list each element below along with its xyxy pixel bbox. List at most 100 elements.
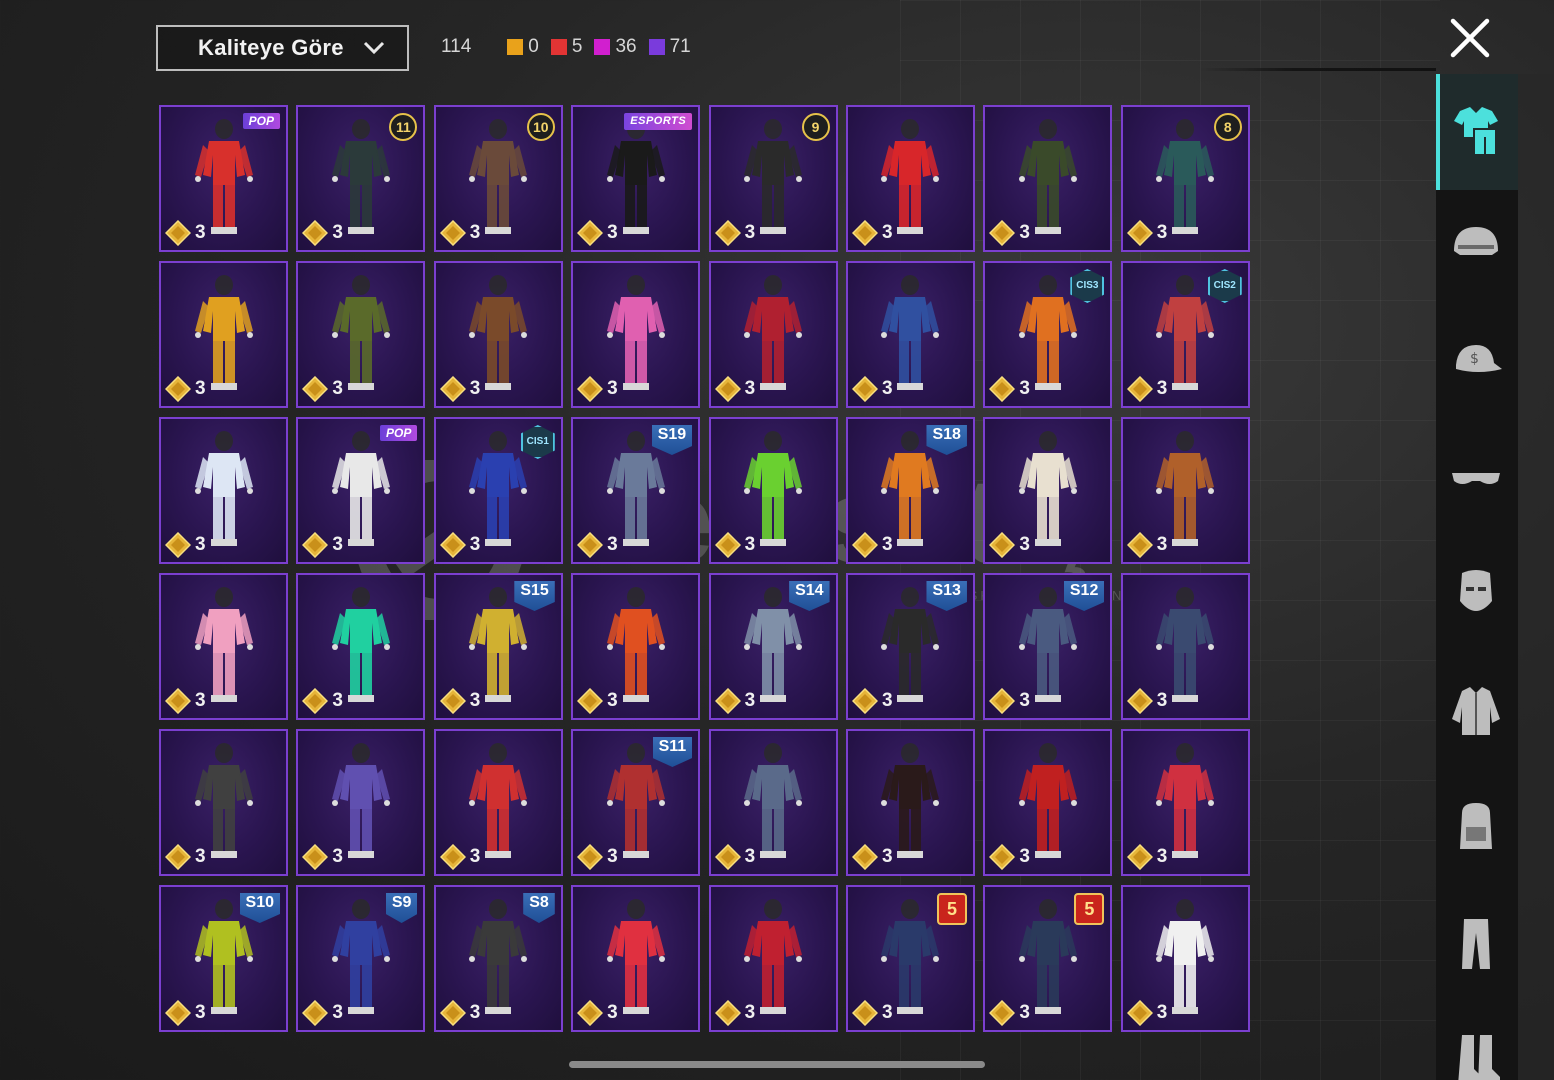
sidebar-item-glasses[interactable] <box>1436 422 1518 538</box>
sidebar-item-helmet[interactable] <box>1436 190 1518 306</box>
outfit-preview-icon <box>194 275 253 390</box>
inventory-item-card[interactable]: 3 <box>296 573 426 720</box>
outfit-preview-icon <box>1018 743 1077 858</box>
sidebar-item-jacket[interactable] <box>1436 654 1518 770</box>
sidebar-item-pants[interactable] <box>1436 886 1518 1002</box>
item-quantity: 3 <box>1156 222 1168 243</box>
rarity-count-3: 71 <box>648 36 691 58</box>
inventory-item-card[interactable]: 3 <box>433 729 563 876</box>
inventory-item-card[interactable]: S13 3 <box>845 573 975 720</box>
inventory-item-card[interactable]: 10 3 <box>433 105 563 252</box>
inventory-item-card[interactable]: POP 3 <box>296 417 426 564</box>
coin-icon <box>851 688 878 714</box>
item-quantity: 3 <box>744 690 756 711</box>
item-quantity: 3 <box>607 534 618 555</box>
outfit-preview-icon <box>194 119 253 234</box>
sidebar-item-shoes[interactable] <box>1436 1002 1518 1080</box>
item-badge: 11 <box>389 113 418 141</box>
inventory-item-card[interactable]: S19 3 <box>571 417 701 564</box>
item-quantity: 3 <box>332 846 343 867</box>
inventory-item-card[interactable]: 3 <box>159 261 288 408</box>
inventory-item-card[interactable]: 3 <box>296 729 426 876</box>
outfit-preview-icon <box>1018 431 1077 546</box>
inventory-item-card[interactable]: 5 3 <box>983 885 1113 1032</box>
inventory-item-card[interactable]: 3 <box>845 729 975 876</box>
inventory-item-card[interactable]: 5 3 <box>845 885 975 1032</box>
coin-icon <box>165 844 191 870</box>
inventory-item-card[interactable]: S8 3 <box>433 885 563 1032</box>
coin-icon <box>1126 376 1153 402</box>
coin-icon <box>577 688 604 714</box>
inventory-item-card[interactable]: CIS2 3 <box>1120 261 1250 408</box>
coin-icon <box>1126 844 1153 870</box>
inventory-item-card[interactable]: 8 3 <box>1120 105 1250 252</box>
inventory-item-card[interactable]: 11 3 <box>296 105 426 252</box>
outfit-preview-icon <box>194 587 253 702</box>
sidebar-item-hat[interactable]: $ <box>1436 306 1518 422</box>
inventory-item-card[interactable]: 3 <box>571 573 701 720</box>
inventory-item-card[interactable]: 3 <box>983 729 1113 876</box>
sidebar-item-outfit[interactable] <box>1436 74 1518 190</box>
inventory-item-card[interactable]: 3 <box>708 261 838 408</box>
inventory-item-card[interactable]: 3 <box>296 261 426 408</box>
inventory-item-card[interactable]: 3 <box>983 417 1113 564</box>
inventory-item-card[interactable]: 3 <box>708 729 838 876</box>
item-quantity: 3 <box>744 378 756 399</box>
coin-icon <box>302 1000 329 1026</box>
inventory-item-card[interactable]: 3 <box>159 729 288 876</box>
inventory-item-card[interactable]: 3 <box>708 417 838 564</box>
item-quantity: 3 <box>607 1002 618 1023</box>
item-quantity: 3 <box>1156 690 1168 711</box>
inventory-item-card[interactable]: 3 <box>1120 417 1250 564</box>
inventory-item-card[interactable]: 3 <box>433 261 563 408</box>
inventory-item-card[interactable]: POP 3 <box>159 105 288 252</box>
glasses-category-icon <box>1452 473 1500 484</box>
inventory-item-card[interactable]: 3 <box>708 885 838 1032</box>
item-quantity: 3 <box>744 1002 756 1023</box>
inventory-item-card[interactable]: S12 3 <box>983 573 1113 720</box>
total-count: 114 <box>441 36 472 57</box>
coin-icon <box>714 688 741 714</box>
inventory-item-card[interactable]: S15 3 <box>433 573 563 720</box>
item-quantity: 3 <box>1156 378 1168 399</box>
inventory-item-card[interactable]: 3 <box>1120 885 1250 1032</box>
inventory-item-card[interactable]: 3 <box>1120 573 1250 720</box>
sort-dropdown[interactable]: Kaliteye Göre <box>156 25 409 71</box>
inventory-item-card[interactable]: S18 3 <box>845 417 975 564</box>
item-quantity: 3 <box>195 846 206 867</box>
inventory-item-card[interactable]: 3 <box>571 885 701 1032</box>
item-quantity: 3 <box>195 222 206 243</box>
coin-icon <box>851 376 878 402</box>
shoes-category-icon <box>1458 1035 1500 1080</box>
sidebar-item-mask[interactable] <box>1436 538 1518 654</box>
inventory-item-card[interactable]: 3 <box>845 105 975 252</box>
item-quantity: 3 <box>469 378 481 399</box>
inventory-item-card[interactable]: 3 <box>1120 729 1250 876</box>
inventory-item-card[interactable]: S14 3 <box>708 573 838 720</box>
item-badge: POP <box>242 113 280 129</box>
coin-icon <box>714 1000 741 1026</box>
close-icon[interactable] <box>1448 16 1492 60</box>
svg-text:$: $ <box>1470 351 1479 367</box>
inventory-item-card[interactable]: 3 <box>159 573 288 720</box>
item-quantity: 3 <box>744 846 756 867</box>
inventory-item-card[interactable]: S9 3 <box>296 885 426 1032</box>
inventory-item-card[interactable]: 3 <box>159 417 288 564</box>
home-indicator[interactable] <box>569 1061 985 1068</box>
inventory-item-card[interactable]: 3 <box>845 261 975 408</box>
inventory-item-card[interactable]: CIS1 3 <box>433 417 563 564</box>
outfit-preview-icon <box>744 899 803 1014</box>
inventory-item-card[interactable]: S10 3 <box>159 885 288 1032</box>
outfit-preview-icon <box>606 899 665 1014</box>
inventory-item-card[interactable]: 9 3 <box>708 105 838 252</box>
outfit-preview-icon <box>331 275 390 390</box>
inventory-item-card[interactable]: S11 3 <box>571 729 701 876</box>
inventory-item-card[interactable]: ESPORTS 3 <box>571 105 701 252</box>
inventory-item-card[interactable]: 3 <box>571 261 701 408</box>
inventory-item-card[interactable]: CIS3 3 <box>983 261 1113 408</box>
outfit-preview-icon <box>331 587 390 702</box>
inventory-item-card[interactable]: 3 <box>983 105 1113 252</box>
item-badge: 10 <box>526 113 555 141</box>
item-badge: 8 <box>1213 113 1242 141</box>
sidebar-item-backpack[interactable] <box>1436 770 1518 886</box>
